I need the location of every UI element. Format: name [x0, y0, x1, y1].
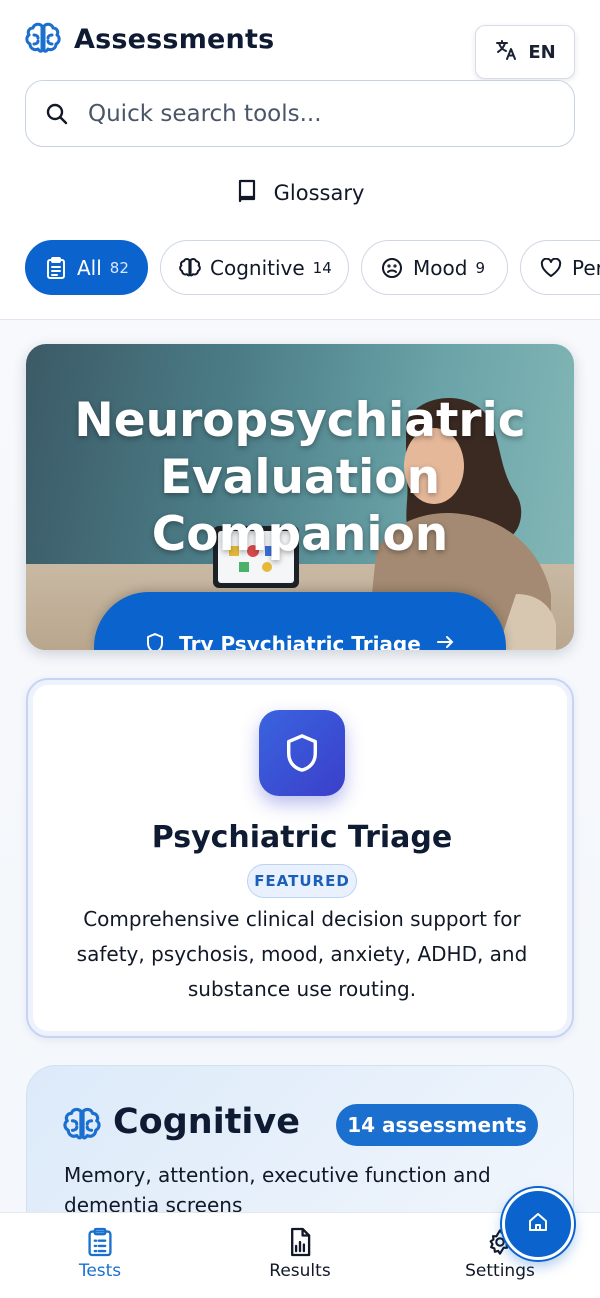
filter-chip-cognitive[interactable]: Cognitive 14 [160, 240, 349, 295]
try-triage-label: Try Psychiatric Triage [179, 632, 421, 650]
home-fab-button[interactable] [502, 1188, 574, 1260]
nav-tab-tests[interactable]: Tests [40, 1227, 160, 1281]
filter-chip-label: All [77, 255, 102, 280]
hero-title-line: Companion [151, 507, 449, 562]
language-button[interactable]: EN [475, 25, 575, 79]
nav-label: Tests [78, 1261, 122, 1281]
filter-chip-label: Cognitive [210, 255, 305, 280]
brain-icon [63, 1107, 101, 1140]
search-input[interactable] [88, 100, 528, 127]
translate-icon [494, 38, 518, 67]
filter-chip-label: Per [572, 255, 600, 280]
nav-label: Settings [465, 1261, 535, 1281]
filter-chip-label: Mood [413, 255, 468, 280]
home-icon [526, 1210, 550, 1238]
filter-chip-mood[interactable]: Mood 9 [361, 240, 508, 295]
featured-badge: FEATURED [247, 864, 357, 898]
brand: Assessments [24, 20, 274, 58]
hero-title-line: Evaluation [159, 450, 441, 505]
clipboard-icon [44, 256, 68, 280]
filter-chip-count: 82 [109, 258, 129, 277]
try-triage-button[interactable]: Try Psychiatric Triage [94, 592, 506, 650]
arrow-right-icon [435, 632, 455, 650]
featured-card-psychiatric-triage[interactable]: Psychiatric Triage FEATURED Comprehensiv… [26, 678, 574, 1038]
brain-icon [24, 20, 62, 58]
language-code: EN [528, 41, 556, 63]
search-icon [44, 101, 70, 127]
featured-title: Psychiatric Triage [151, 820, 453, 855]
search-bar[interactable] [25, 80, 575, 147]
bar-chart-icon [285, 1227, 315, 1257]
filter-chip-personality[interactable]: Per [520, 240, 600, 295]
category-title: Cognitive [113, 1102, 300, 1142]
hero-title-line: Neuropsychiatric [74, 393, 526, 448]
frown-icon [380, 256, 404, 280]
hero-banner: Neuropsychiatric Evaluation Companion Tr… [26, 344, 574, 650]
book-icon [236, 178, 260, 209]
category-count-badge: 14 assessments [336, 1104, 538, 1146]
filter-chip-count: 14 [312, 258, 332, 277]
nav-label: Results [269, 1261, 331, 1281]
page-title: Assessments [74, 23, 275, 55]
category-filter-chips: All 82 Cognitive 14 Mood 9 Per [25, 240, 600, 296]
filter-chip-count: 9 [475, 258, 485, 277]
glossary-link[interactable]: Glossary [0, 170, 600, 216]
heart-icon [539, 256, 563, 280]
category-description: Memory, attention, executive function an… [64, 1163, 491, 1212]
shield-icon [259, 710, 345, 796]
nav-tab-results[interactable]: Results [240, 1227, 360, 1281]
featured-description: Comprehensive clinical decision support … [76, 907, 528, 1001]
hero-title: Neuropsychiatric Evaluation Companion [26, 392, 574, 563]
clipboard-list-icon [85, 1227, 115, 1257]
category-card-cognitive[interactable]: Cognitive 14 assessments Memory, attenti… [26, 1065, 574, 1212]
app-header: Assessments EN Glossary [0, 0, 600, 320]
filter-chip-all[interactable]: All 82 [25, 240, 148, 295]
brain-icon [179, 256, 201, 280]
main-content: Neuropsychiatric Evaluation Companion Tr… [0, 320, 600, 1212]
shield-icon [145, 632, 165, 650]
glossary-label: Glossary [273, 181, 365, 205]
